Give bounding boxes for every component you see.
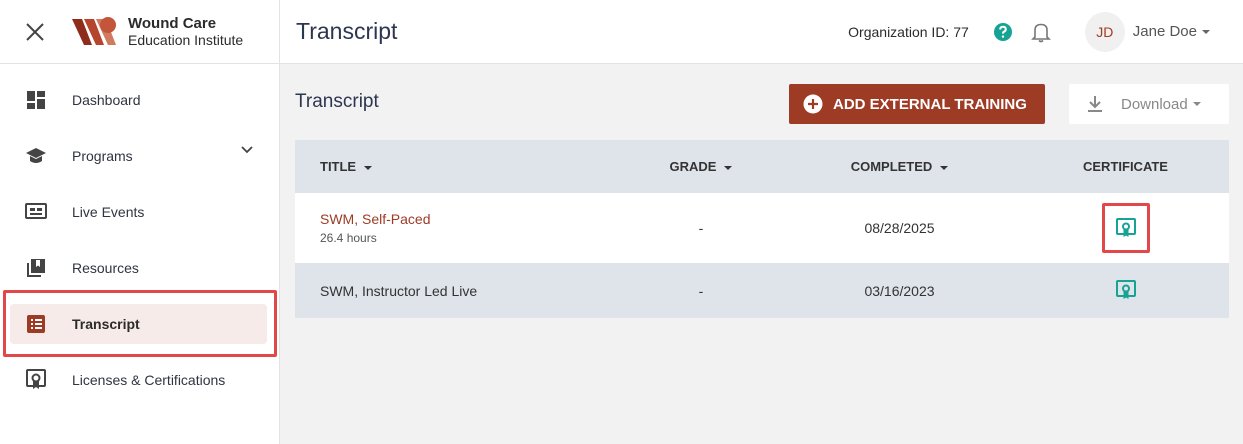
download-button[interactable]: Download: [1069, 84, 1229, 124]
close-menu-button[interactable]: [0, 0, 70, 64]
logo[interactable]: Wound Care Education Institute: [70, 15, 243, 49]
column-grade-header[interactable]: GRADE: [625, 140, 777, 193]
view-certificate-button[interactable]: [1114, 216, 1138, 240]
sidebar-item-transcript[interactable]: Transcript: [0, 296, 279, 352]
caret-down-icon: [1192, 102, 1201, 106]
add-external-training-label: ADD EXTERNAL TRAINING: [833, 95, 1027, 113]
table-header-row: TITLE GRADE COMPLETED CERTIFICATE: [295, 140, 1229, 193]
avatar[interactable]: JD: [1084, 11, 1125, 52]
sidebar-item-programs[interactable]: Programs: [0, 128, 279, 184]
download-icon: [1088, 96, 1102, 112]
completed-date: 08/28/2025: [864, 220, 935, 236]
download-label: Download: [1121, 95, 1188, 113]
brand-title: Wound Care: [128, 14, 217, 32]
brand-subtitle: Education Institute: [128, 31, 244, 48]
brand-bar: Wound Care Education Institute: [0, 0, 279, 64]
sort-caret-icon: [364, 165, 373, 170]
close-icon: [26, 22, 44, 41]
sidebar-item-label: Dashboard: [72, 92, 141, 108]
section-title: Transcript: [295, 91, 379, 112]
sidebar: Wound Care Education Institute Dashboard…: [0, 0, 280, 444]
certificate-icon: [1115, 218, 1136, 237]
user-name: Jane Doe: [1132, 23, 1197, 40]
sidebar-item-resources[interactable]: Resources: [0, 240, 279, 296]
sort-caret-icon: [724, 165, 733, 170]
graduation-cap-icon: [26, 148, 46, 163]
column-certificate-header: CERTIFICATE: [1083, 159, 1168, 174]
sidebar-item-licenses[interactable]: Licenses & Certifications: [0, 352, 279, 408]
transcript-table: TITLE GRADE COMPLETED CERTIFICATE SWM, S…: [295, 140, 1229, 318]
column-completed-header[interactable]: COMPLETED: [777, 140, 1022, 193]
main-content: Transcript ADD EXTERNAL TRAINING Downloa…: [295, 64, 1229, 318]
logo-mark-icon: [72, 16, 116, 45]
sort-caret-icon: [940, 165, 949, 170]
grade-cell: -: [698, 282, 704, 299]
sidebar-nav: Dashboard Programs Live Events Resources…: [0, 64, 279, 408]
help-button[interactable]: [993, 22, 1013, 42]
course-hours: 26.4 hours: [320, 231, 377, 245]
sidebar-item-live-events[interactable]: Live Events: [0, 184, 279, 240]
chevron-down-icon[interactable]: [241, 146, 253, 154]
sidebar-item-label: Programs: [72, 148, 133, 164]
organization-id: Organization ID: 77: [848, 23, 969, 40]
add-external-training-button[interactable]: ADD EXTERNAL TRAINING: [789, 84, 1045, 124]
certificate-highlight: [1101, 203, 1150, 253]
certificate-icon: [26, 369, 46, 389]
dashboard-icon: [27, 91, 45, 109]
grade-cell: -: [698, 220, 704, 236]
library-icon: [27, 259, 45, 277]
page-title: Transcript: [296, 18, 398, 44]
presentation-icon: [25, 203, 47, 219]
list-icon: [27, 315, 45, 333]
caret-down-icon: [1202, 29, 1210, 34]
view-certificate-button[interactable]: [1114, 278, 1138, 302]
bell-icon: [1030, 23, 1051, 42]
sidebar-item-label: Licenses & Certifications: [72, 372, 226, 388]
help-icon: [993, 22, 1012, 41]
course-title[interactable]: SWM, Instructor Led Live: [320, 283, 625, 299]
column-title-header[interactable]: TITLE: [295, 140, 625, 193]
sidebar-item-label: Live Events: [72, 204, 145, 220]
notifications-button[interactable]: [1030, 21, 1051, 43]
table-row: SWM, Self-Paced 26.4 hours - 08/28/2025: [295, 193, 1229, 263]
completed-date: 03/16/2023: [864, 282, 935, 299]
certificate-icon: [1115, 279, 1136, 299]
top-header: Transcript Organization ID: 77 JD Jane D…: [280, 0, 1243, 64]
sidebar-item-label: Transcript: [72, 316, 140, 332]
sidebar-item-dashboard[interactable]: Dashboard: [0, 72, 279, 128]
sidebar-item-label: Resources: [72, 260, 139, 276]
course-title-link[interactable]: SWM, Self-Paced: [320, 211, 625, 227]
user-menu[interactable]: Jane Doe: [1133, 23, 1211, 40]
plus-circle-icon: [803, 94, 823, 114]
table-row: SWM, Instructor Led Live - 03/16/2023: [295, 263, 1229, 318]
